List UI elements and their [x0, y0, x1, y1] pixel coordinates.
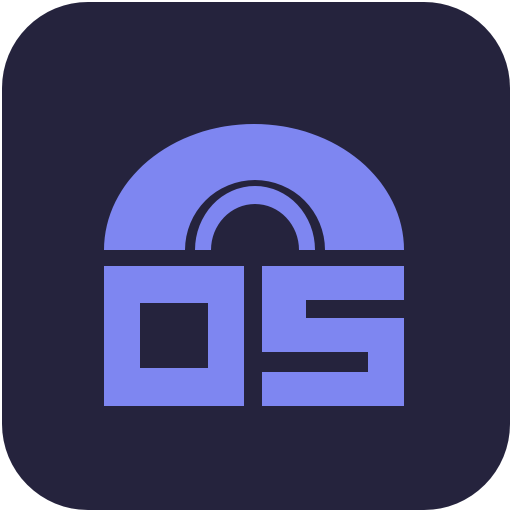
- os-lock-app-icon[interactable]: [0, 0, 512, 512]
- icon-stage: [0, 0, 512, 512]
- letter-s-glyph: [262, 266, 404, 406]
- icon-background-tile: [2, 2, 510, 510]
